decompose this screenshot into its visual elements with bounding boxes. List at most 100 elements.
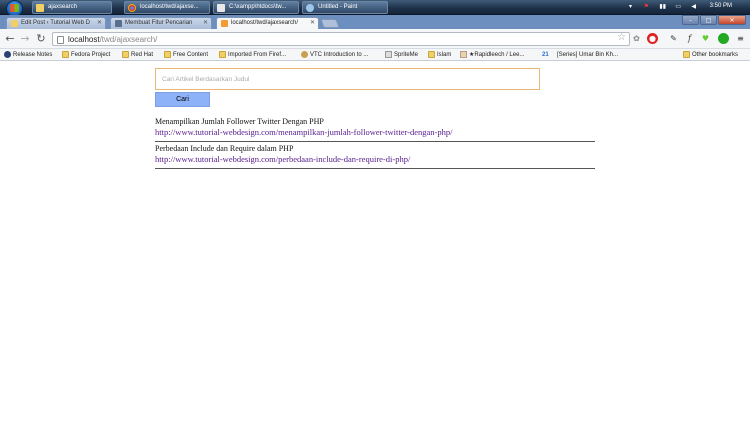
url-path: /twd/ajaxsearch/ <box>99 35 158 44</box>
result-link[interactable]: http://www.tutorial-webdesign.com/menamp… <box>155 127 595 138</box>
bookmark-label: Imported From Firef... <box>228 52 287 58</box>
bookmark-umar-bin-khattab[interactable]: [Series] Umar Bin Kh... <box>548 51 618 59</box>
bookmark-other-bookmarks[interactable]: Other bookmarks <box>683 51 738 59</box>
bookmark-free-content[interactable]: Free Content <box>164 51 208 59</box>
start-button[interactable] <box>4 0 26 17</box>
record-icon[interactable]: ● <box>647 33 658 44</box>
back-button[interactable]: ← <box>3 31 17 46</box>
eyedropper-icon[interactable]: ✎ <box>668 33 679 44</box>
url-text: localhost/twd/ajaxsearch/ <box>68 33 157 46</box>
result-link[interactable]: http://www.tutorial-webdesign.com/perbed… <box>155 154 595 165</box>
paint-icon <box>306 4 314 12</box>
site-icon <box>115 20 122 27</box>
folder-icon <box>428 51 435 58</box>
bookmark-red-hat[interactable]: Red Hat <box>122 51 153 59</box>
bookmark-label: Islam <box>437 52 452 58</box>
tab-ajaxsearch[interactable]: localhost/twd/ajaxsearch/ ✕ <box>216 17 319 29</box>
bookmark-label: SpriteMe <box>394 52 419 58</box>
search-input[interactable] <box>155 68 540 90</box>
folder-icon <box>36 4 44 12</box>
search-results: Menampilkan Jumlah Follower Twitter Deng… <box>155 117 595 171</box>
taskbar-window-label: localhost/twd/ajaxse... <box>140 4 199 10</box>
fedora-icon <box>4 51 11 58</box>
page-icon <box>385 51 392 58</box>
bookmark-star-icon[interactable]: ☆ <box>617 32 626 43</box>
battery-icon[interactable]: ▭ <box>675 3 681 10</box>
browser-toolbar: ← → ↻ localhost/twd/ajaxsearch/ ☆ ✿ ● ✎ … <box>0 29 750 49</box>
taskbar-window-label: ajaxsearch <box>48 4 78 10</box>
close-icon[interactable]: ✕ <box>310 18 315 29</box>
folder-icon <box>683 51 690 58</box>
network-signal-icon[interactable]: ▮▮ <box>659 3 666 10</box>
new-tab-button[interactable] <box>320 19 340 28</box>
close-window-button[interactable]: ✕ <box>718 15 746 25</box>
reload-button[interactable]: ↻ <box>34 31 48 46</box>
flag-icon[interactable]: ⚑ <box>644 3 649 10</box>
menu-icon[interactable]: ≡ <box>735 33 746 44</box>
tab-membuat-fitur[interactable]: Membuat Fitur Pencarian ✕ <box>110 17 212 29</box>
result-title: Menampilkan Jumlah Follower Twitter Deng… <box>155 117 324 126</box>
taskbar-window-label: Untitled - Paint <box>318 4 358 10</box>
bookmark-vtc[interactable]: VTC Introduction to ... <box>301 51 368 59</box>
bookmark-label: Release Notes <box>13 52 53 58</box>
result-item: Perbedaan Include dan Require dalam PHP … <box>155 144 595 169</box>
result-item: Menampilkan Jumlah Follower Twitter Deng… <box>155 117 595 142</box>
close-icon[interactable]: ✕ <box>97 18 102 29</box>
bookmark-rapidleech[interactable]: ★Rapidleech / Lee... <box>460 51 524 59</box>
page-icon <box>57 36 64 44</box>
tab-label: Edit Post ‹ Tutorial Web D <box>21 20 90 26</box>
window-controls: – □ ✕ <box>681 15 746 27</box>
bookmark-fedora-project[interactable]: Fedora Project <box>62 51 110 59</box>
tab-edit-post[interactable]: Edit Post ‹ Tutorial Web D ✕ <box>6 17 106 29</box>
bookmark-label: Free Content <box>173 52 209 58</box>
url-host: localhost <box>68 35 100 44</box>
windows-taskbar: ajaxsearch localhost/twd/ajaxse... C:\xa… <box>0 0 750 17</box>
bookmark-label: [Series] Umar Bin Kh... <box>557 52 619 58</box>
function-icon[interactable]: f <box>684 33 695 44</box>
folder-icon <box>164 51 171 58</box>
bookmark-islam[interactable]: Islam <box>428 51 451 59</box>
taskbar-window-label: C:\xampp\htdocs\tw... <box>229 4 287 10</box>
taskbar-window-paint[interactable]: Untitled - Paint <box>302 1 388 14</box>
result-title: Perbedaan Include dan Require dalam PHP <box>155 144 294 153</box>
bookmark-label: ★Rapidleech / Lee... <box>469 52 525 58</box>
taskbar-window-chrome[interactable]: localhost/twd/ajaxse... <box>124 1 210 14</box>
taskbar-window-editor[interactable]: C:\xampp\htdocs\tw... <box>213 1 299 14</box>
folder-icon <box>122 51 129 58</box>
bookmark-release-notes[interactable]: Release Notes <box>4 51 52 59</box>
close-icon[interactable]: ✕ <box>203 18 208 29</box>
maximize-button[interactable]: □ <box>700 15 717 25</box>
system-tray: ▾ ⚑ ▮▮ ▭ ◀ 3:50 PM <box>610 0 750 15</box>
leaf-icon[interactable]: ♥ <box>700 33 711 44</box>
xampp-icon <box>221 20 228 27</box>
forward-button[interactable]: → <box>18 31 32 46</box>
chrome-icon <box>128 4 136 12</box>
bookmark-label: Red Hat <box>131 52 154 58</box>
page-content: Cari Menampilkan Jumlah Follower Twitter… <box>0 62 750 421</box>
page-icon <box>301 51 308 58</box>
search-button[interactable]: Cari <box>155 92 210 107</box>
taskbar-window-ajaxsearch[interactable]: ajaxsearch <box>32 1 112 14</box>
bookmark-imported-from-firefox[interactable]: Imported From Firef... <box>219 51 286 59</box>
folder-icon <box>62 51 69 58</box>
bookmark-label: VTC Introduction to ... <box>310 52 369 58</box>
address-bar[interactable]: localhost/twd/ajaxsearch/ ☆ <box>52 32 630 46</box>
tab-label: Membuat Fitur Pencarian <box>125 20 193 26</box>
tray-arrow-icon[interactable]: ▾ <box>629 3 632 10</box>
tab-label: localhost/twd/ajaxsearch/ <box>231 20 299 26</box>
bookmarks-bar: Release Notes Fedora Project Red Hat Fre… <box>0 49 750 61</box>
green-dot-icon[interactable] <box>718 33 729 44</box>
bookmark-label: Fedora Project <box>71 52 111 58</box>
clock[interactable]: 3:50 PM <box>710 3 732 9</box>
volume-icon[interactable]: ◀ <box>691 3 696 10</box>
browser-tab-strip: Edit Post ‹ Tutorial Web D ✕ Membuat Fit… <box>0 15 750 29</box>
page-icon <box>460 51 467 58</box>
folder-icon <box>219 51 226 58</box>
blogger-icon <box>11 20 18 27</box>
bookmark-label: Other bookmarks <box>692 52 739 58</box>
extension-icon[interactable]: ✿ <box>631 33 642 44</box>
text-editor-icon <box>217 4 225 12</box>
bookmark-spriteme[interactable]: SpriteMe <box>385 51 418 59</box>
minimize-button[interactable]: – <box>682 15 699 25</box>
windows-logo-icon <box>10 4 19 12</box>
